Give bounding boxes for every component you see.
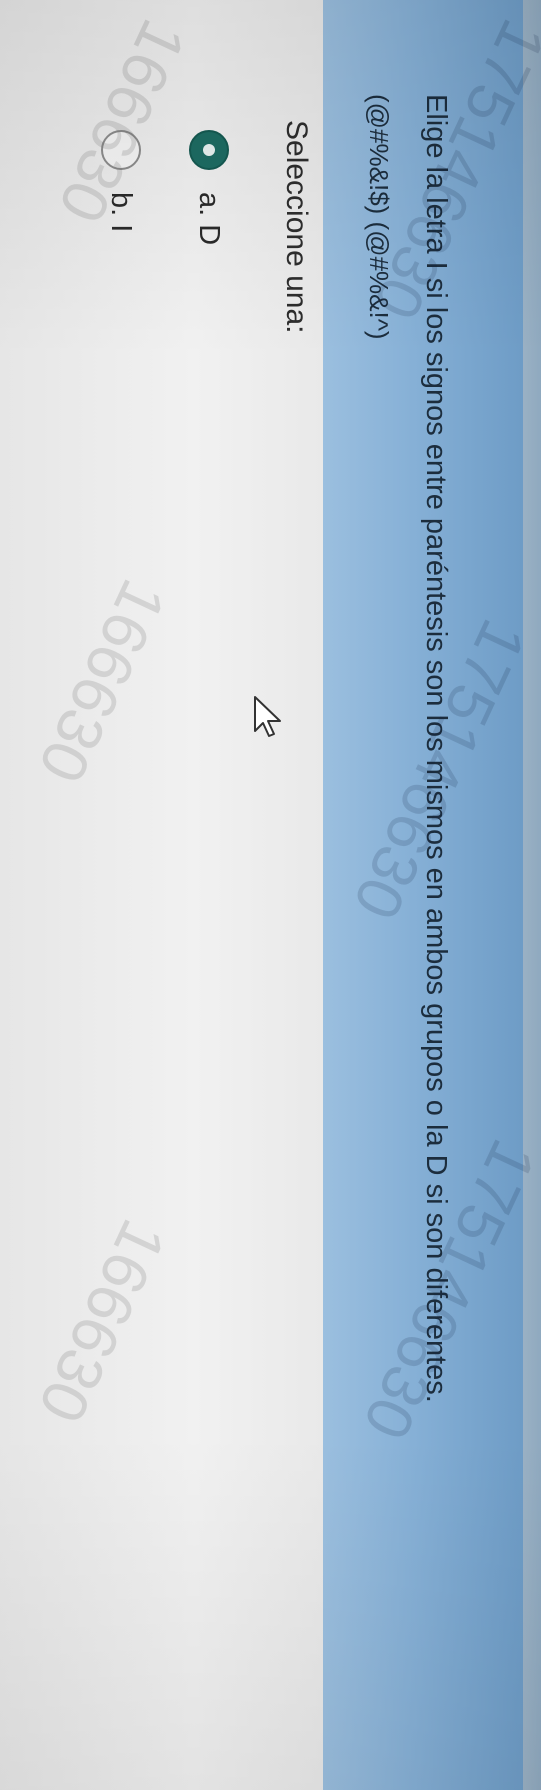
mouse-pointer-icon (254, 696, 281, 737)
radio-selected-dot (203, 144, 215, 156)
question-symbols: (@#%&!$) (@#%&!^) (364, 94, 394, 340)
option-b[interactable]: b. I (101, 130, 141, 232)
option-a[interactable]: a. D (189, 130, 229, 245)
answer-prompt: Seleccione una: (280, 120, 313, 334)
option-b-label[interactable]: b. I (105, 192, 138, 232)
screen: Elige la letra I si los signos entre par… (0, 0, 541, 1790)
radio-option-a[interactable] (189, 130, 229, 170)
radio-option-b[interactable] (101, 130, 141, 170)
answer-area (0, 0, 323, 1790)
question-text: Elige la letra I si los signos entre par… (420, 94, 452, 1403)
option-a-label[interactable]: a. D (193, 192, 226, 245)
